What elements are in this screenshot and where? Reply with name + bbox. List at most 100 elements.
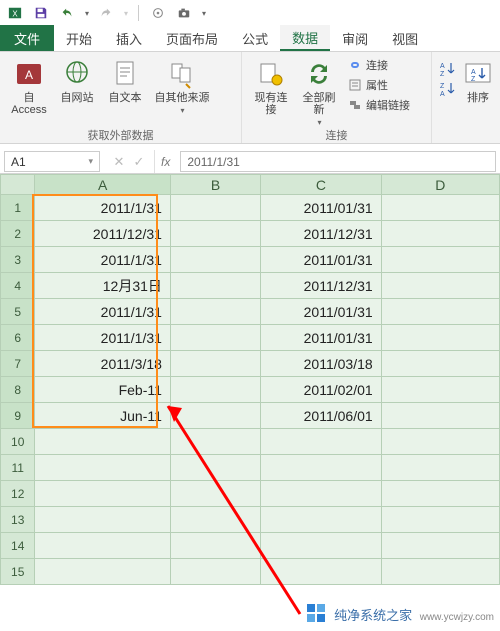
row-header[interactable]: 8 bbox=[1, 377, 35, 403]
cell[interactable]: 2011/1/31 bbox=[35, 247, 171, 273]
cell[interactable]: 2011/12/31 bbox=[35, 221, 171, 247]
row-header[interactable]: 5 bbox=[1, 299, 35, 325]
col-header-A[interactable]: A bbox=[35, 175, 171, 195]
save-icon[interactable] bbox=[32, 4, 50, 22]
row-header[interactable]: 7 bbox=[1, 351, 35, 377]
cell[interactable] bbox=[170, 455, 260, 481]
name-box[interactable]: A1 ▾ bbox=[4, 151, 100, 172]
cell[interactable]: 2011/03/18 bbox=[261, 351, 381, 377]
cell[interactable] bbox=[170, 351, 260, 377]
cell[interactable] bbox=[170, 559, 260, 585]
cancel-icon[interactable]: ✕ bbox=[112, 154, 126, 170]
row-header[interactable]: 14 bbox=[1, 533, 35, 559]
cell[interactable] bbox=[381, 507, 499, 533]
cell[interactable] bbox=[35, 481, 171, 507]
redo-icon[interactable] bbox=[97, 4, 115, 22]
existing-connections-button[interactable]: 现有连接 bbox=[248, 56, 294, 118]
tab-page-layout[interactable]: 页面布局 bbox=[154, 25, 230, 51]
cell[interactable] bbox=[35, 507, 171, 533]
chevron-down-icon[interactable]: ▾ bbox=[88, 156, 93, 167]
cell[interactable] bbox=[35, 559, 171, 585]
cell[interactable] bbox=[170, 221, 260, 247]
cell[interactable]: 2011/12/31 bbox=[261, 221, 381, 247]
cell[interactable] bbox=[381, 351, 499, 377]
sort-asc-icon[interactable]: AZ bbox=[438, 60, 458, 78]
cell[interactable] bbox=[381, 533, 499, 559]
from-other-sources-button[interactable]: 自其他来源 ▾ bbox=[150, 56, 214, 117]
qat-customize-icon[interactable]: ▾ bbox=[202, 9, 206, 18]
cell[interactable] bbox=[261, 481, 381, 507]
cell[interactable] bbox=[261, 507, 381, 533]
cell[interactable] bbox=[170, 325, 260, 351]
cell[interactable] bbox=[170, 195, 260, 221]
cell[interactable]: 2011/1/31 bbox=[35, 299, 171, 325]
enter-icon[interactable]: ✓ bbox=[132, 154, 146, 170]
cell[interactable]: 2011/3/18 bbox=[35, 351, 171, 377]
cell[interactable] bbox=[261, 455, 381, 481]
cell[interactable] bbox=[35, 533, 171, 559]
refresh-all-button[interactable]: 全部刷新 ▾ bbox=[296, 56, 342, 129]
cell[interactable] bbox=[381, 403, 499, 429]
row-header[interactable]: 13 bbox=[1, 507, 35, 533]
formula-input[interactable]: 2011/1/31 bbox=[180, 151, 496, 172]
cell[interactable]: 2011/1/31 bbox=[35, 195, 171, 221]
cell[interactable]: 2011/1/31 bbox=[35, 325, 171, 351]
cell[interactable] bbox=[35, 455, 171, 481]
undo-dropdown-icon[interactable]: ▾ bbox=[85, 9, 89, 18]
worksheet-grid[interactable]: A B C D 12011/1/312011/01/3122011/12/312… bbox=[0, 174, 500, 585]
cell[interactable] bbox=[381, 455, 499, 481]
cell[interactable] bbox=[381, 273, 499, 299]
sort-desc-icon[interactable]: ZA bbox=[438, 80, 458, 98]
cell[interactable] bbox=[170, 273, 260, 299]
sort-button[interactable]: AZ 排序 bbox=[460, 56, 496, 106]
cell[interactable] bbox=[170, 533, 260, 559]
row-header[interactable]: 11 bbox=[1, 455, 35, 481]
row-header[interactable]: 4 bbox=[1, 273, 35, 299]
row-header[interactable]: 12 bbox=[1, 481, 35, 507]
row-header[interactable]: 3 bbox=[1, 247, 35, 273]
cell[interactable]: Jun-11 bbox=[35, 403, 171, 429]
cell[interactable]: 2011/01/31 bbox=[261, 195, 381, 221]
select-all-corner[interactable] bbox=[1, 175, 35, 195]
cell[interactable] bbox=[381, 559, 499, 585]
tab-view[interactable]: 视图 bbox=[380, 25, 430, 51]
cell[interactable]: 12月31日 bbox=[35, 273, 171, 299]
cell[interactable]: 2011/01/31 bbox=[261, 325, 381, 351]
tab-formulas[interactable]: 公式 bbox=[230, 25, 280, 51]
cell[interactable] bbox=[381, 429, 499, 455]
tab-review[interactable]: 审阅 bbox=[330, 25, 380, 51]
cell[interactable] bbox=[381, 481, 499, 507]
cell[interactable] bbox=[170, 247, 260, 273]
cell[interactable] bbox=[261, 533, 381, 559]
cell[interactable] bbox=[170, 299, 260, 325]
cell[interactable] bbox=[261, 559, 381, 585]
undo-icon[interactable] bbox=[58, 4, 76, 22]
row-header[interactable]: 9 bbox=[1, 403, 35, 429]
row-header[interactable]: 2 bbox=[1, 221, 35, 247]
cell[interactable]: 2011/01/31 bbox=[261, 247, 381, 273]
tab-data[interactable]: 数据 bbox=[280, 25, 330, 51]
col-header-D[interactable]: D bbox=[381, 175, 499, 195]
cell[interactable] bbox=[170, 377, 260, 403]
from-access-button[interactable]: A 自 Access bbox=[6, 56, 52, 118]
row-header[interactable]: 15 bbox=[1, 559, 35, 585]
connections-button[interactable]: 连接 bbox=[344, 56, 414, 74]
cell[interactable] bbox=[170, 481, 260, 507]
row-header[interactable]: 10 bbox=[1, 429, 35, 455]
cell[interactable]: 2011/06/01 bbox=[261, 403, 381, 429]
cell[interactable]: 2011/02/01 bbox=[261, 377, 381, 403]
from-text-button[interactable]: 自文本 bbox=[102, 56, 148, 106]
cell[interactable] bbox=[381, 325, 499, 351]
cell[interactable] bbox=[170, 403, 260, 429]
cell[interactable] bbox=[381, 221, 499, 247]
cell[interactable] bbox=[381, 299, 499, 325]
col-header-C[interactable]: C bbox=[261, 175, 381, 195]
tab-home[interactable]: 开始 bbox=[54, 25, 104, 51]
tab-insert[interactable]: 插入 bbox=[104, 25, 154, 51]
row-header[interactable]: 1 bbox=[1, 195, 35, 221]
from-web-button[interactable]: 自网站 bbox=[54, 56, 100, 106]
properties-button[interactable]: 属性 bbox=[344, 76, 414, 94]
col-header-B[interactable]: B bbox=[170, 175, 260, 195]
touch-mode-icon[interactable] bbox=[149, 4, 167, 22]
cell[interactable] bbox=[261, 429, 381, 455]
